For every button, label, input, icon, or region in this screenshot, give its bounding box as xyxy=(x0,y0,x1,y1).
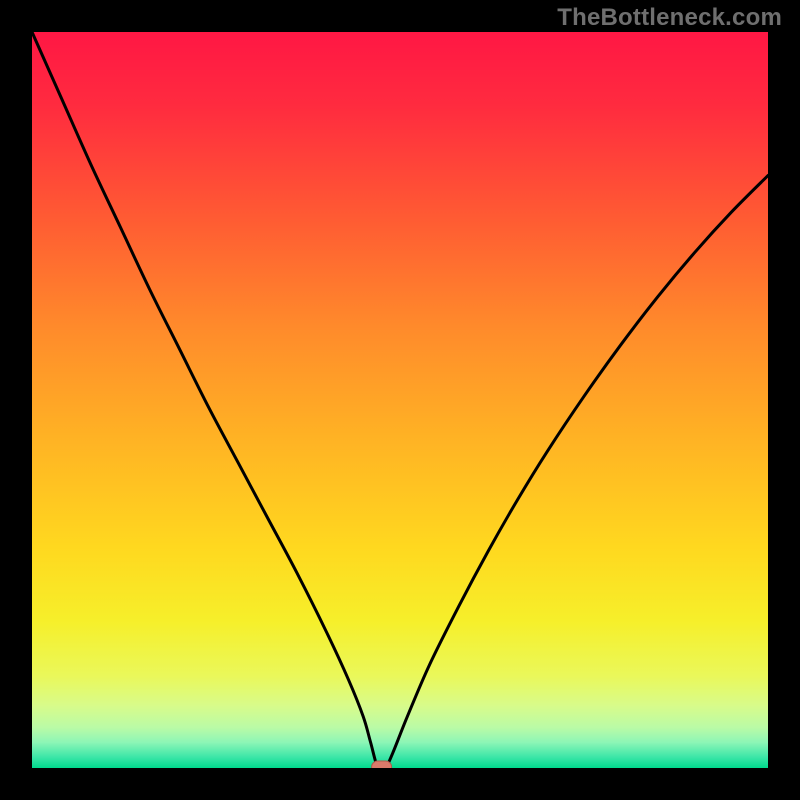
gradient-background xyxy=(32,32,768,768)
optimum-marker xyxy=(372,761,392,768)
watermark-text: TheBottleneck.com xyxy=(557,4,782,32)
chart-frame: TheBottleneck.com xyxy=(0,0,800,800)
plot-area xyxy=(32,32,768,768)
bottleneck-chart xyxy=(32,32,768,768)
